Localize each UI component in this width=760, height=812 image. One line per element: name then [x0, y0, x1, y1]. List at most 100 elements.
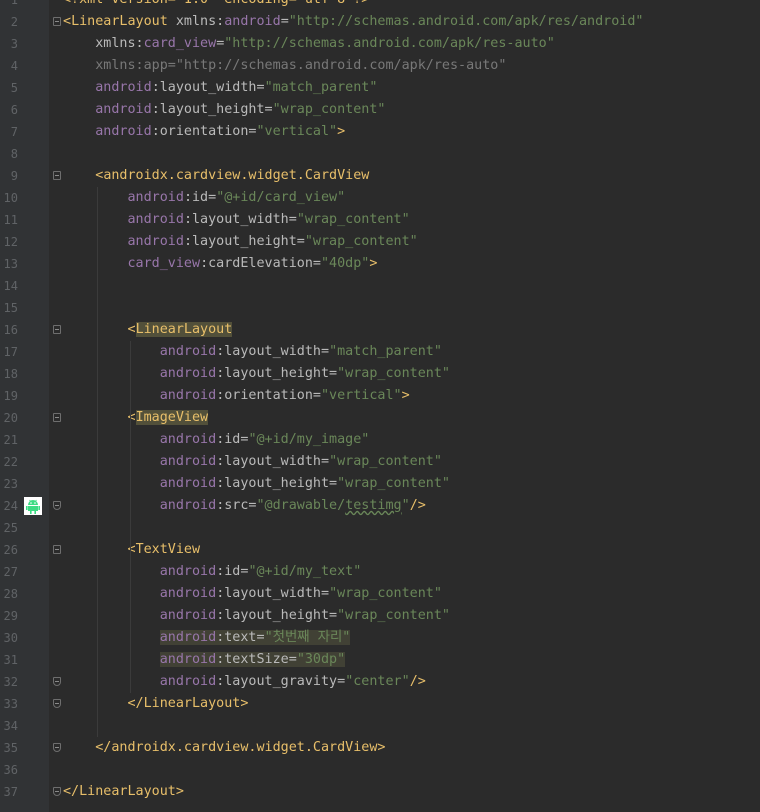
code-line[interactable]: 5 android:layout_width="match_parent"	[0, 77, 760, 99]
code-line[interactable]: 36	[0, 759, 760, 781]
code-text: <ImageView	[63, 407, 209, 429]
code-token: LinearLayout	[143, 696, 241, 711]
code-token: :id=	[216, 564, 249, 579]
code-line[interactable]: 29 android:layout_height="wrap_content"	[0, 605, 760, 627]
fold-marker-icon[interactable]	[53, 501, 61, 510]
code-line[interactable]: 37 </LinearLayout>	[0, 781, 760, 803]
code-editor[interactable]: 1 <?xml version="1.0" encoding="utf-8"?> 2…	[0, 0, 760, 812]
code-token: :layout_height=	[183, 234, 305, 249]
line-number: 8	[10, 147, 18, 161]
code-text: <TextView	[63, 539, 200, 561]
code-token: android	[63, 608, 217, 623]
code-text: android:text="첫번째 자리"	[63, 627, 351, 649]
code-token: "center"	[345, 674, 410, 689]
code-line[interactable]: 25	[0, 517, 760, 539]
code-text: android:layout_width="wrap_content"	[63, 583, 442, 605]
code-line[interactable]: 4 xmlns:app="http://schemas.android.com/…	[0, 55, 760, 77]
code-token: android	[159, 630, 217, 645]
code-text: android:id="@+id/my_image"	[63, 429, 370, 451]
code-line[interactable]: 10 android:id="@+id/card_view"	[0, 187, 760, 209]
code-token: <	[63, 410, 136, 425]
fold-marker-icon[interactable]	[53, 743, 61, 752]
code-token: :layout_width=	[216, 586, 330, 601]
fold-marker-icon[interactable]	[53, 677, 61, 686]
fold-marker-icon[interactable]	[53, 787, 61, 796]
code-line[interactable]: 31 android:textSize="30dp"	[0, 649, 760, 671]
code-line[interactable]: 34	[0, 715, 760, 737]
code-token: androidx.cardview.widget.CardView	[111, 740, 378, 755]
code-line[interactable]: 13 card_view:cardElevation="40dp">	[0, 253, 760, 275]
line-number: 32	[3, 675, 18, 689]
indent-guide	[129, 341, 131, 693]
code-token: :layout_height=	[216, 476, 338, 491]
code-line[interactable]: 7 android:orientation="vertical">	[0, 121, 760, 143]
code-line[interactable]: 35 </androidx.cardview.widget.CardView>	[0, 737, 760, 759]
code-line[interactable]: 33 </LinearLayout>	[0, 693, 760, 715]
line-number: 24	[3, 499, 18, 513]
code-token: "30dp"	[296, 652, 346, 667]
code-line[interactable]: 3 xmlns:card_view="http://schemas.androi…	[0, 33, 760, 55]
code-token: android	[63, 432, 217, 447]
code-line[interactable]: 6 android:layout_height="wrap_content"	[0, 99, 760, 121]
code-token: "vertical"	[321, 388, 402, 403]
code-line[interactable]: 14	[0, 275, 760, 297]
fold-marker-icon[interactable]	[53, 413, 61, 422]
code-line[interactable]: 17 android:layout_width="match_parent"	[0, 341, 760, 363]
code-text: <?xml version="1.0" encoding="utf-8"?>	[63, 0, 369, 11]
code-line[interactable]: 15	[0, 297, 760, 319]
code-text: android:layout_gravity="center"/>	[63, 671, 426, 693]
code-token: :src=	[216, 498, 257, 513]
code-line[interactable]: 22 android:layout_width="wrap_content"	[0, 451, 760, 473]
fold-marker-icon[interactable]	[53, 17, 61, 26]
code-token: LinearLayout	[135, 322, 233, 337]
code-text: android:layout_height="wrap_content"	[63, 605, 450, 627]
code-line[interactable]: 11 android:layout_width="wrap_content"	[0, 209, 760, 231]
code-line[interactable]: 8	[0, 143, 760, 165]
code-token: </	[63, 696, 144, 711]
line-number: 4	[10, 59, 18, 73]
code-line[interactable]: 9 <androidx.cardview.widget.CardView	[0, 165, 760, 187]
fold-marker-icon[interactable]	[53, 545, 61, 554]
android-robot-icon[interactable]	[24, 497, 42, 515]
fold-marker-icon[interactable]	[53, 171, 61, 180]
code-token: =	[280, 14, 289, 29]
code-token: "http://schemas.android.com/apk/res/andr…	[288, 14, 644, 29]
code-line[interactable]: 24 android:src="@drawable/testimg"/>	[0, 495, 760, 517]
code-token: android	[63, 586, 217, 601]
line-number: 29	[3, 609, 18, 623]
code-line[interactable]: 2 <LinearLayout xmlns:android="http://sch…	[0, 11, 760, 33]
code-token: <	[63, 168, 104, 183]
code-token: "match_parent"	[329, 344, 442, 359]
code-line[interactable]: 26 <TextView	[0, 539, 760, 561]
code-line[interactable]: 16 <LinearLayout	[0, 319, 760, 341]
code-token: "	[401, 498, 410, 513]
code-line[interactable]: 27 android:id="@+id/my_text"	[0, 561, 760, 583]
code-text: </LinearLayout>	[63, 781, 184, 803]
code-line[interactable]: 12 android:layout_height="wrap_content"	[0, 231, 760, 253]
code-token: "wrap_content"	[329, 586, 442, 601]
code-line[interactable]: 19 android:orientation="vertical">	[0, 385, 760, 407]
code-token: ImageView	[135, 410, 209, 425]
code-line[interactable]: 18 android:layout_height="wrap_content"	[0, 363, 760, 385]
code-token: :id=	[183, 190, 217, 205]
code-line[interactable]: 1 <?xml version="1.0" encoding="utf-8"?>	[0, 0, 760, 11]
code-line[interactable]: 21 android:id="@+id/my_image"	[0, 429, 760, 451]
line-number: 22	[3, 455, 18, 469]
code-line[interactable]: 20 <ImageView	[0, 407, 760, 429]
code-token: :layout_width=	[183, 212, 297, 227]
code-line[interactable]: 30 android:text="첫번째 자리"	[0, 627, 760, 649]
code-token: >	[401, 388, 410, 403]
code-token: >	[369, 256, 378, 271]
fold-marker-icon[interactable]	[53, 325, 61, 334]
code-token: >	[377, 740, 386, 755]
fold-marker-icon[interactable]	[53, 699, 61, 708]
code-token: android	[63, 454, 217, 469]
code-line[interactable]: 28 android:layout_width="wrap_content"	[0, 583, 760, 605]
code-token: android	[159, 652, 217, 667]
code-line[interactable]: 32 android:layout_gravity="center"/>	[0, 671, 760, 693]
code-token: "vertical"	[256, 124, 338, 139]
code-text: android:src="@drawable/testimg"/>	[63, 495, 426, 517]
line-number: 36	[3, 763, 18, 777]
line-number: 2	[10, 15, 18, 29]
code-line[interactable]: 23 android:layout_height="wrap_content"	[0, 473, 760, 495]
